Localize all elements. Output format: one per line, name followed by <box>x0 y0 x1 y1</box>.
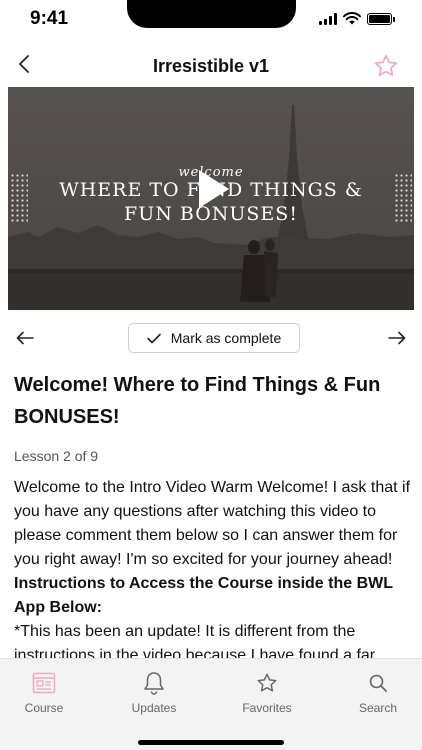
tab-favorites[interactable]: Favorites <box>227 671 307 715</box>
next-lesson-button[interactable] <box>384 325 410 351</box>
bell-icon <box>142 671 166 695</box>
arrow-left-icon <box>16 331 34 345</box>
star-icon <box>255 671 279 695</box>
favorite-button[interactable] <box>370 50 402 82</box>
cellular-signal-icon <box>319 12 337 25</box>
status-time: 9:41 <box>30 8 69 29</box>
tab-updates-label: Updates <box>131 701 177 715</box>
device-notch <box>127 0 296 28</box>
previous-lesson-button[interactable] <box>12 325 38 351</box>
tab-bar: Course Updates Favorites Search <box>0 658 422 750</box>
home-indicator <box>138 740 284 745</box>
star-outline-icon <box>374 54 398 77</box>
video-player[interactable]: welcome WHERE TO FIND THINGS & FUN BONUS… <box>8 87 414 310</box>
lesson-description[interactable]: Welcome to the Intro Video Warm Welcome!… <box>14 476 410 661</box>
page-title: Irresistible v1 <box>152 56 270 76</box>
tab-updates[interactable]: Updates <box>114 671 194 715</box>
tab-course-label: Course <box>24 701 64 715</box>
search-icon <box>366 671 390 695</box>
arrow-right-icon <box>388 331 406 345</box>
lesson-count: Lesson 2 of 9 <box>14 448 99 464</box>
lesson-navigation: Mark as complete <box>0 321 422 355</box>
play-icon[interactable] <box>199 170 229 208</box>
tab-search[interactable]: Search <box>338 671 418 715</box>
header: Irresistible v1 <box>0 44 422 88</box>
tab-favorites-label: Favorites <box>242 701 292 715</box>
wifi-icon <box>343 12 361 25</box>
mark-as-complete-label: Mark as complete <box>170 330 282 346</box>
checkmark-icon <box>146 333 161 343</box>
lesson-title: Welcome! Where to Find Things & Fun BONU… <box>14 374 381 428</box>
course-icon <box>32 671 56 695</box>
lesson-paragraph: *This has been an update! It is differen… <box>14 623 376 661</box>
battery-icon <box>367 12 395 25</box>
lesson-instructions-heading: Instructions to Access the Course inside… <box>14 575 393 616</box>
mark-as-complete-button[interactable]: Mark as complete <box>128 323 300 353</box>
lesson-paragraph: Welcome to the Intro Video Warm Welcome!… <box>14 479 410 568</box>
tab-course[interactable]: Course <box>4 671 84 715</box>
tab-search-label: Search <box>358 701 398 715</box>
status-bar: 9:41 <box>0 0 422 40</box>
status-icons <box>319 12 395 25</box>
